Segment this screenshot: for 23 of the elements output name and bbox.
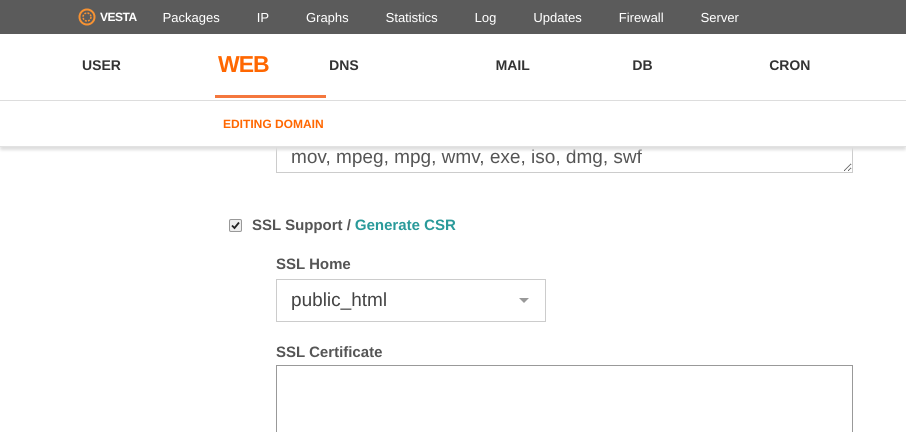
nav-tab[interactable]: DNS [329,34,496,98]
nav-link[interactable]: Packages [162,10,220,24]
nav-tab[interactable]: MAIL [496,34,632,98]
ssl-certificate-label: SSL Certificate [276,344,384,361]
logo-text: VESTA [100,10,137,24]
nav-tab[interactable]: USER [0,34,215,98]
ssl-support-label: SSL Support / [252,217,351,234]
nav-link[interactable]: Server [700,10,739,24]
nav-link[interactable]: Statistics [386,10,438,24]
nav-link[interactable]: IP [256,10,270,24]
nav-tab[interactable]: CRON [769,34,906,98]
nav-link[interactable]: Graphs [306,10,349,24]
logo-icon [78,8,96,26]
nav-link[interactable]: Log [474,10,496,24]
page-subtitle: EDITING DOMAIN [223,116,324,130]
caret-icon [519,298,529,303]
nav-tab[interactable]: DB [632,34,770,98]
nav-link[interactable]: Firewall [618,10,664,24]
extensions-field[interactable]: mov, mpeg, mpg, wmv, exe, iso, dmg, swf [276,147,853,173]
nav-link[interactable]: Updates [533,10,582,24]
ssl-checkbox[interactable] [229,219,242,232]
ssl-home-label: SSL Home [276,256,352,273]
ssl-home-select[interactable]: public_html [276,279,546,322]
